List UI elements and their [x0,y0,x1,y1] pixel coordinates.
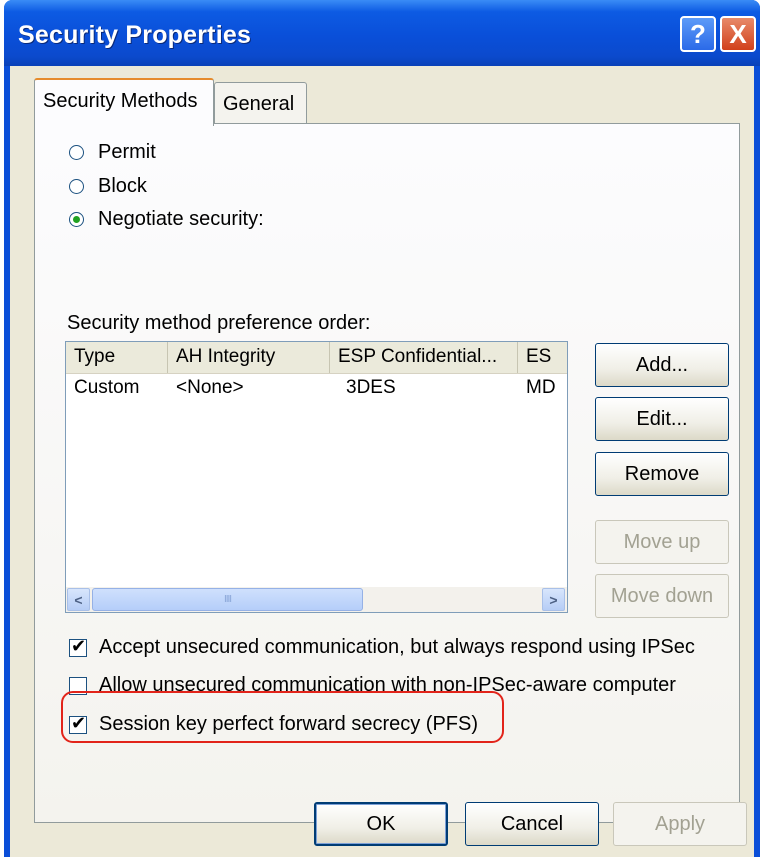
tab-general[interactable]: General [214,82,307,124]
ok-button[interactable]: OK [314,802,448,846]
cell-ah-integrity: <None> [176,377,244,398]
edit-button[interactable]: Edit... [595,397,729,441]
annotation-highlight [61,691,504,743]
checkbox-box[interactable] [69,636,87,657]
column-header-esp-confidentiality[interactable]: ESP Confidential... [330,342,518,373]
move-down-button[interactable]: Move down [595,574,729,618]
tab-panel: Permit Block Negotiate security: Securit… [34,123,740,823]
remove-button[interactable]: Remove [595,452,729,496]
radio-circle[interactable] [69,145,84,160]
window-title: Security Properties [18,21,252,49]
table-row[interactable]: Custom <None> 3DES MD [66,375,567,403]
horizontal-scrollbar[interactable]: < IIII > [66,587,567,612]
cancel-button[interactable]: Cancel [465,802,599,846]
apply-button[interactable]: Apply [613,802,747,846]
cell-esp-integrity: MD [526,377,556,398]
radio-circle-selected[interactable] [69,212,84,227]
column-header-ah-integrity[interactable]: AH Integrity [168,342,330,373]
radio-circle[interactable] [69,179,84,194]
help-icon[interactable]: ? [680,16,716,52]
add-button[interactable]: Add... [595,343,729,387]
cell-esp-confidentiality: 3DES [346,377,396,398]
scroll-left-icon[interactable]: < [67,588,90,611]
preference-order-label: Security method preference order: [67,312,371,334]
radio-negotiate-security[interactable]: Negotiate security: [69,208,264,231]
close-icon[interactable]: X [720,16,756,52]
dialog-window: Security Properties ? X Security Methods… [4,0,760,857]
tab-security-methods[interactable]: Security Methods [34,78,214,126]
radio-label: Negotiate security: [98,208,264,230]
scroll-thumb[interactable]: IIII [92,588,363,611]
scroll-right-icon[interactable]: > [542,588,565,611]
cell-type: Custom [74,377,140,398]
move-up-button[interactable]: Move up [595,520,729,564]
accept-unsecured-checkbox[interactable]: Accept unsecured communication, but alwa… [69,636,695,659]
column-header-esp-integrity[interactable]: ES [518,342,567,373]
list-header: Type AH Integrity ESP Confidential... ES [66,342,567,374]
radio-block[interactable]: Block [69,175,147,198]
dialog-body: Security Methods General Permit Block Ne… [10,66,754,857]
title-bar[interactable]: Security Properties ? X [4,0,760,66]
checkbox-label: Accept unsecured communication, but alwa… [99,636,695,658]
security-methods-list[interactable]: Type AH Integrity ESP Confidential... ES… [65,341,568,613]
column-header-type[interactable]: Type [66,342,168,373]
radio-label: Permit [98,141,156,163]
radio-label: Block [98,175,147,197]
radio-permit[interactable]: Permit [69,141,156,164]
